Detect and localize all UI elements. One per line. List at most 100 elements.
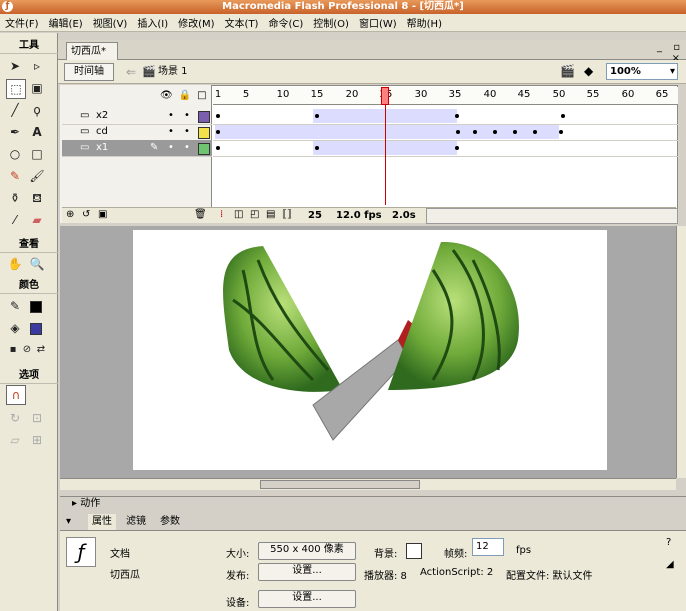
add-layer-icon[interactable]: ⊕	[66, 209, 74, 220]
keyframe[interactable]	[456, 130, 460, 134]
subselect-icon[interactable]: ▹	[28, 57, 46, 75]
keyframe[interactable]	[315, 146, 319, 150]
actions-panel-header[interactable]: ▸ 动作	[60, 496, 686, 510]
lasso-icon[interactable]: ϙ	[28, 101, 46, 119]
keyframe[interactable]	[533, 130, 537, 134]
rotate-icon[interactable]: ↻	[6, 409, 24, 427]
pen-icon[interactable]: ✒	[6, 123, 24, 141]
rectangle-icon[interactable]: □	[28, 145, 46, 163]
add-folder-icon[interactable]: ▣	[98, 209, 107, 220]
swap-colors-icon[interactable]: ⇄	[32, 341, 50, 359]
layer-outline-color[interactable]	[198, 111, 210, 123]
menu-help[interactable]: 帮助(H)	[402, 15, 447, 30]
menu-commands[interactable]: 命令(C)	[263, 15, 308, 30]
visibility-dot[interactable]: •	[168, 140, 174, 156]
stroke-color-swatch[interactable]	[30, 301, 42, 313]
document-window-controls[interactable]: _ ▫ ×	[638, 42, 684, 64]
timeline-toggle-button[interactable]: 时间轴	[64, 63, 114, 81]
fill-color-swatch[interactable]	[30, 323, 42, 335]
stroke-color-icon[interactable]: ✎	[6, 297, 24, 315]
frame-ruler[interactable]: 1 5 10 15 20 25 30 35 40 45 50 55 60 65	[213, 87, 678, 105]
publish-settings-button[interactable]: 设置...	[258, 563, 356, 581]
keyframe[interactable]	[513, 130, 517, 134]
timeline-hscroll[interactable]	[426, 208, 678, 224]
menu-file[interactable]: 文件(F)	[0, 15, 44, 30]
menu-view[interactable]: 视图(V)	[88, 15, 133, 30]
motion-tween[interactable]	[215, 125, 559, 139]
back-arrow-icon[interactable]: ⇐	[122, 63, 140, 81]
tab-filters[interactable]: 滤镜	[126, 514, 146, 530]
collapse-arrow-icon[interactable]: ▾	[66, 514, 71, 530]
menu-insert[interactable]: 插入(I)	[132, 15, 173, 30]
flash-app-icon[interactable]: ƒ	[2, 1, 13, 12]
keyframe[interactable]	[473, 130, 477, 134]
layer-row-x2[interactable]: ▭ x2 • •	[62, 108, 212, 125]
scene-label[interactable]: 场景 1	[158, 64, 188, 80]
layer-outline-color[interactable]	[198, 127, 210, 139]
edit-symbols-icon[interactable]: ◆	[584, 64, 593, 78]
keyframe[interactable]	[216, 114, 220, 118]
expand-panel-icon[interactable]: ◢	[666, 559, 674, 570]
center-frame-icon[interactable]: ⁞	[220, 209, 223, 220]
hand-icon[interactable]: ✋	[6, 255, 24, 273]
watermelon-right-half[interactable]	[388, 241, 519, 390]
edit-scene-icon[interactable]: 🎬	[560, 64, 575, 78]
snap-magnet-icon[interactable]: ∩	[6, 385, 26, 405]
onion-skin-icon[interactable]: ◫	[234, 209, 243, 220]
free-transform-icon[interactable]: ⬚	[6, 79, 26, 99]
frames-x1[interactable]	[213, 140, 678, 157]
menu-window[interactable]: 窗口(W)	[354, 15, 402, 30]
lock-dot[interactable]: •	[184, 140, 190, 156]
zoom-icon[interactable]: 🔍	[28, 255, 46, 273]
gradient-transform-icon[interactable]: ▣	[28, 79, 46, 97]
visibility-dot[interactable]: •	[168, 124, 174, 140]
stage-canvas[interactable]	[133, 230, 607, 470]
lock-dot[interactable]: •	[184, 108, 190, 124]
fps-input[interactable]: 12	[472, 538, 504, 556]
stage-vscroll[interactable]	[676, 226, 686, 478]
help-icon[interactable]: ?	[666, 537, 671, 548]
scale-icon[interactable]: ⊡	[28, 409, 46, 427]
device-settings-button[interactable]: 设置...	[258, 590, 356, 608]
distort-icon[interactable]: ▱	[6, 431, 24, 449]
background-color-swatch[interactable]	[406, 543, 422, 559]
keyframe[interactable]	[455, 146, 459, 150]
keyframe[interactable]	[216, 146, 220, 150]
tab-properties[interactable]: 属性	[88, 514, 116, 530]
oval-icon[interactable]: ○	[6, 145, 24, 163]
brush-icon[interactable]: 🖌	[28, 167, 46, 185]
layer-row-cd[interactable]: ▭ cd • •	[62, 124, 212, 141]
playhead[interactable]	[381, 87, 389, 105]
delete-layer-icon[interactable]: 🗑	[194, 209, 207, 220]
line-icon[interactable]: ╱	[6, 101, 24, 119]
keyframe[interactable]	[455, 114, 459, 118]
stage-hscroll[interactable]	[60, 478, 676, 490]
pencil-icon[interactable]: ✎	[6, 167, 24, 185]
menu-edit[interactable]: 编辑(E)	[44, 15, 88, 30]
watermelon-left-half[interactable]	[223, 246, 343, 392]
size-button[interactable]: 550 x 400 像素	[258, 542, 356, 560]
frames-x2[interactable]	[213, 108, 678, 125]
text-icon[interactable]: A	[28, 123, 46, 141]
frames-cd[interactable]	[213, 124, 678, 141]
menu-control[interactable]: 控制(O)	[308, 15, 354, 30]
keyframe[interactable]	[216, 130, 220, 134]
zoom-dropdown[interactable]: 100% ▾	[606, 63, 678, 80]
menu-modify[interactable]: 修改(M)	[173, 15, 219, 30]
edit-multiple-icon[interactable]: ▤	[266, 209, 275, 220]
scroll-thumb[interactable]	[260, 480, 420, 489]
lock-icon[interactable]: 🔒	[179, 90, 197, 101]
keyframe[interactable]	[493, 130, 497, 134]
lock-dot[interactable]: •	[184, 124, 190, 140]
visibility-dot[interactable]: •	[168, 108, 174, 124]
outline-icon[interactable]: □	[197, 90, 212, 101]
layer-row-x1[interactable]: ▭ x1 ✎ • •	[62, 140, 212, 157]
document-tab[interactable]: 切西瓜*	[66, 42, 118, 60]
eye-icon[interactable]: 👁	[160, 90, 179, 101]
onion-outline-icon[interactable]: ◰	[250, 209, 259, 220]
arrow-icon[interactable]: ➤	[6, 57, 24, 75]
envelope-icon[interactable]: ⊞	[28, 431, 46, 449]
ink-bottle-icon[interactable]: ⚱	[6, 189, 24, 207]
eyedropper-icon[interactable]: ⁄	[6, 211, 24, 229]
keyframe[interactable]	[315, 114, 319, 118]
